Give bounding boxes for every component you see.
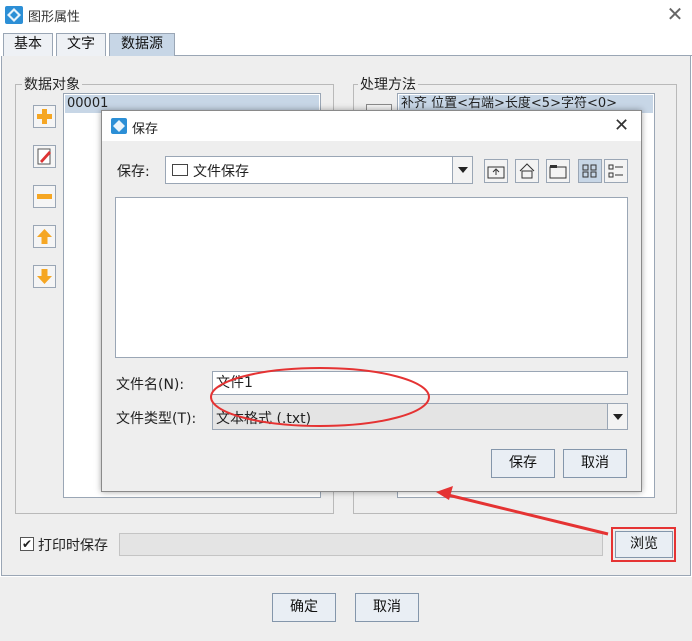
annotation-overlay xyxy=(210,367,609,536)
annotation-ellipse xyxy=(210,367,430,427)
annotation-arrow-head xyxy=(436,486,453,500)
annotation-arrow-line xyxy=(447,493,609,536)
